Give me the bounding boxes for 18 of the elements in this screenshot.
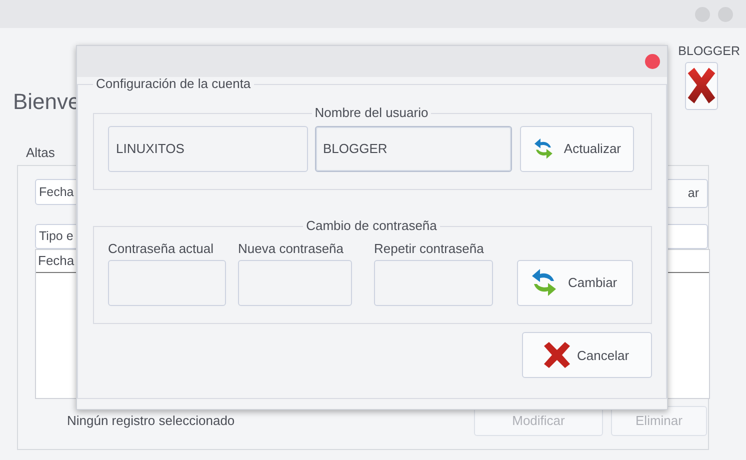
close-button[interactable] (645, 54, 660, 69)
password-field[interactable] (238, 260, 352, 306)
group-title: Nombre del usuario (314, 106, 430, 121)
update-button[interactable]: Actualizar (520, 126, 634, 172)
password-field[interactable] (108, 260, 226, 306)
last-name-field[interactable]: BLOGGER (315, 126, 512, 172)
exit-button[interactable] (685, 62, 718, 110)
cancel-button[interactable]: Cancelar (522, 332, 652, 378)
first-name-field[interactable]: LINUXITOS (108, 126, 308, 172)
cancel-icon (543, 341, 571, 370)
change-button[interactable]: Cambiar (517, 260, 633, 306)
status-text: Ningún registro seleccionado (67, 412, 236, 430)
user-name: BLOGGER (678, 43, 740, 60)
tab[interactable]: Altas (26, 143, 55, 164)
password-field[interactable] (374, 260, 493, 306)
group-title: Cambio de contraseña (305, 219, 438, 234)
refresh-icon (530, 268, 558, 298)
group-title: Configuración de la cuenta (95, 77, 252, 92)
